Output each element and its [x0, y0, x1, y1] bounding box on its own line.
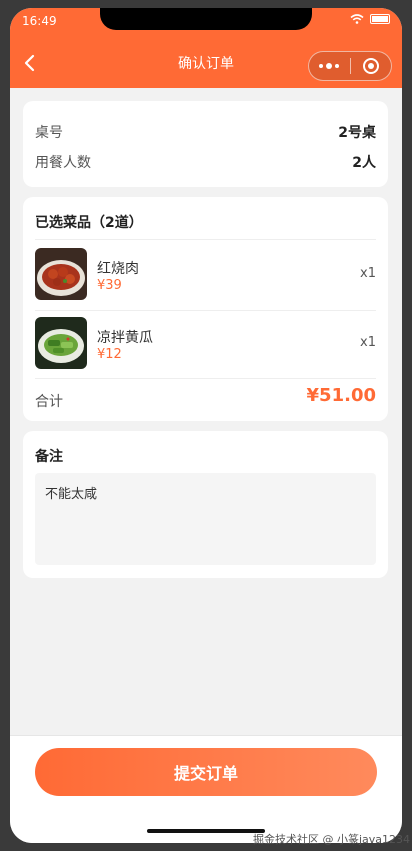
diners-label: 用餐人数 [35, 155, 91, 171]
dish-quantity: x1 [360, 266, 376, 281]
dish-quantity: x1 [360, 335, 376, 350]
close-target-icon [362, 58, 379, 74]
list-item[interactable]: 红烧肉 ¥39 x1 [35, 248, 376, 300]
dishes-title: 已选菜品（2道） [35, 215, 143, 231]
wifi-icon [350, 14, 364, 24]
dish-price: ¥12 [97, 347, 122, 362]
divider [35, 310, 376, 311]
dish-name: 红烧肉 [97, 261, 139, 277]
navbar: 确认订单 [10, 38, 402, 88]
watermark: 掘金技术社区 @ 小篆java1234 [252, 833, 410, 846]
list-item[interactable]: 凉拌黄瓜 ¥12 x1 [35, 317, 376, 369]
total-amount: ¥51.00 [306, 385, 376, 406]
miniprogram-capsule [308, 51, 392, 81]
dish-image-braised-pork [35, 248, 87, 300]
more-dots-icon [319, 62, 340, 69]
selected-dishes-card: 已选菜品（2道） 红烧肉 ¥39 x1 凉拌黄瓜 ¥12 x1 合计 ¥51.0… [23, 197, 388, 421]
note-card: 备注 不能太咸 [23, 431, 388, 578]
divider [35, 378, 376, 379]
phone-frame: 16:49 确认订单 桌号 2号桌 用餐人数 2人 已选菜品（2道） 红烧肉 ¥… [10, 8, 402, 843]
bottom-bar: 提交订单 [10, 735, 402, 843]
home-indicator [147, 829, 265, 833]
note-title: 备注 [35, 449, 63, 465]
status-bar: 16:49 [10, 8, 402, 38]
total-label: 合计 [35, 394, 63, 410]
submit-order-button[interactable]: 提交订单 [35, 748, 377, 796]
table-number-row: 桌号 2号桌 [35, 122, 376, 142]
table-number-label: 桌号 [35, 125, 63, 141]
notch [100, 8, 312, 30]
status-time: 16:49 [22, 14, 57, 28]
dish-name: 凉拌黄瓜 [97, 330, 153, 346]
dish-image-cucumber [35, 317, 87, 369]
dish-price: ¥39 [97, 278, 122, 293]
note-input[interactable]: 不能太咸 [35, 473, 376, 565]
more-button[interactable] [309, 52, 350, 80]
table-info-card: 桌号 2号桌 用餐人数 2人 [23, 101, 388, 187]
table-number-value: 2号桌 [338, 125, 376, 141]
diners-row: 用餐人数 2人 [35, 152, 376, 172]
diners-value: 2人 [352, 155, 376, 171]
battery-icon [370, 14, 390, 24]
status-icons [350, 14, 390, 24]
close-miniprogram-button[interactable] [351, 52, 392, 80]
divider [35, 239, 376, 240]
